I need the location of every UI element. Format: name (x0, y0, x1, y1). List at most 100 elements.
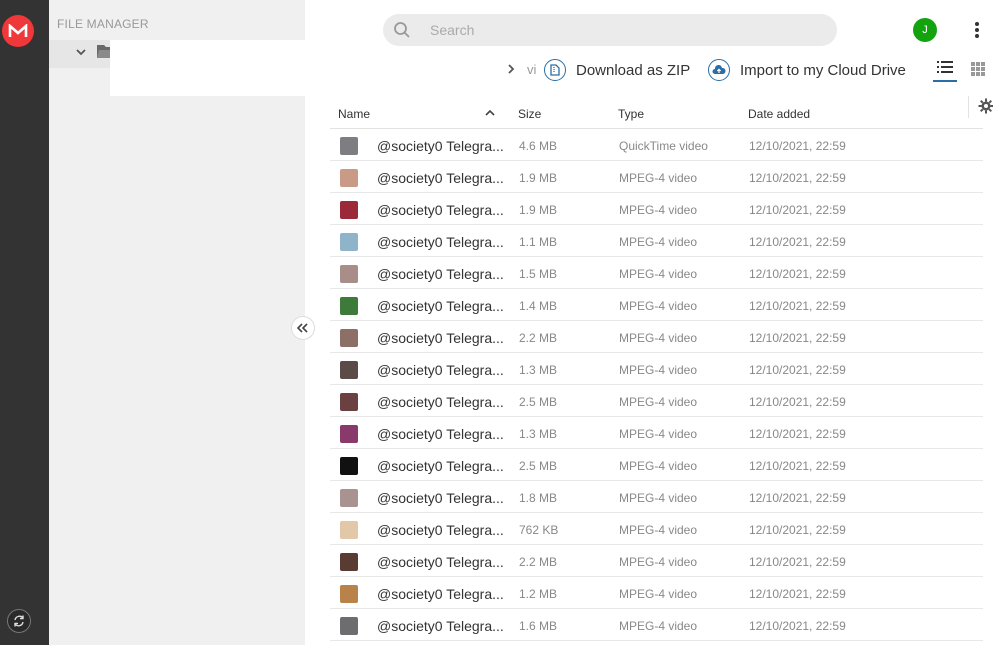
video-thumbnail (340, 169, 358, 187)
table-row[interactable]: @society0 Telegra... 2.2 MB MPEG-4 video 12… (330, 321, 983, 353)
table-row[interactable]: @society0 Telegra... 1.3 MB MPEG-4 video 12… (330, 353, 983, 385)
video-thumbnail (340, 617, 358, 635)
file-size: 762 KB (519, 523, 559, 537)
import-cloud-label: Import to my Cloud Drive (740, 61, 906, 79)
chevron-down-icon[interactable] (75, 46, 87, 58)
grid-view-icon[interactable] (969, 60, 987, 78)
file-type: MPEG-4 video (619, 203, 698, 217)
table-row[interactable]: @society0 Telegra... 4.6 MB QuickTime vide… (330, 129, 983, 161)
file-date: 12/10/2021, 22:59 (749, 459, 846, 473)
file-type: MPEG-4 video (619, 587, 698, 601)
download-zip-button[interactable]: Download as ZIP (544, 58, 690, 82)
list-view-toggle[interactable] (933, 58, 957, 82)
mega-logo[interactable] (2, 15, 34, 47)
video-thumbnail (340, 521, 358, 539)
file-date: 12/10/2021, 22:59 (749, 235, 846, 249)
file-list: @society0 Telegra... 4.6 MB QuickTime vide… (330, 129, 983, 641)
file-type: QuickTime video (619, 139, 708, 153)
file-date: 12/10/2021, 22:59 (749, 171, 846, 185)
column-header-date[interactable]: Date added (748, 107, 810, 121)
file-date: 12/10/2021, 22:59 (749, 523, 846, 537)
column-header-name[interactable]: Name (338, 107, 370, 121)
user-avatar[interactable]: J (913, 18, 937, 42)
tree-item-label-area (110, 40, 305, 96)
table-row[interactable]: @society0 Telegra... 1.9 MB MPEG-4 video 12… (330, 161, 983, 193)
column-header-size[interactable]: Size (518, 107, 541, 121)
file-type: MPEG-4 video (619, 171, 698, 185)
sync-icon[interactable] (7, 609, 31, 633)
table-row[interactable]: @society0 Telegra... 2.5 MB MPEG-4 video 12… (330, 385, 983, 417)
table-row[interactable]: @society0 Telegra... 2.5 MB MPEG-4 video 12… (330, 449, 983, 481)
file-name: @society0 Telegra... (377, 394, 504, 410)
gear-icon[interactable] (978, 98, 993, 114)
table-row[interactable]: @society0 Telegra... 1.2 MB MPEG-4 video 12… (330, 577, 983, 609)
file-date: 12/10/2021, 22:59 (749, 139, 846, 153)
file-type: MPEG-4 video (619, 235, 698, 249)
file-date: 12/10/2021, 22:59 (749, 587, 846, 601)
table-row[interactable]: @society0 Telegra... 1.4 MB MPEG-4 video 12… (330, 289, 983, 321)
video-thumbnail (340, 233, 358, 251)
file-date: 12/10/2021, 22:59 (749, 203, 846, 217)
download-zip-label: Download as ZIP (576, 61, 691, 79)
mega-m-icon (8, 24, 28, 37)
list-view-icon (937, 61, 953, 73)
video-thumbnail (340, 201, 358, 219)
file-name: @society0 Telegra... (377, 554, 504, 570)
file-name: @society0 Telegra... (377, 362, 504, 378)
table-row[interactable]: @society0 Telegra... 1.3 MB MPEG-4 video 12… (330, 417, 983, 449)
file-type: MPEG-4 video (619, 619, 698, 633)
file-name: @society0 Telegra... (377, 426, 504, 442)
file-name: @society0 Telegra... (377, 138, 504, 154)
file-size: 2.5 MB (519, 395, 558, 409)
table-row[interactable]: @society0 Telegra... 1.5 MB MPEG-4 video 12… (330, 257, 983, 289)
file-type: MPEG-4 video (619, 427, 698, 441)
file-size: 1.1 MB (519, 235, 558, 249)
column-header-type[interactable]: Type (618, 107, 644, 121)
table-row[interactable]: @society0 Telegra... 1.1 MB MPEG-4 video 12… (330, 225, 983, 257)
file-name: @society0 Telegra... (377, 202, 504, 218)
double-chevron-left-icon (297, 323, 308, 333)
collapse-panel-button[interactable] (291, 316, 315, 340)
breadcrumb-chevron-icon[interactable] (506, 63, 516, 75)
table-row[interactable]: @society0 Telegra... 1.9 MB MPEG-4 video 12… (330, 193, 983, 225)
left-rail (0, 0, 49, 645)
video-thumbnail (340, 329, 358, 347)
file-name: @society0 Telegra... (377, 458, 504, 474)
file-name: @society0 Telegra... (377, 234, 504, 250)
sort-ascending-icon[interactable] (485, 109, 495, 117)
video-thumbnail (340, 553, 358, 571)
file-type: MPEG-4 video (619, 555, 698, 569)
search-input[interactable] (430, 20, 810, 40)
file-name: @society0 Telegra... (377, 490, 504, 506)
video-thumbnail (340, 585, 358, 603)
video-thumbnail (340, 297, 358, 315)
table-row[interactable]: @society0 Telegra... 1.8 MB MPEG-4 video 12… (330, 481, 983, 513)
table-header: Name Size Type Date added (330, 96, 983, 129)
file-date: 12/10/2021, 22:59 (749, 395, 846, 409)
file-size: 2.2 MB (519, 555, 558, 569)
file-size: 1.3 MB (519, 363, 558, 377)
table-row[interactable]: @society0 Telegra... 2.2 MB MPEG-4 video 12… (330, 545, 983, 577)
more-menu-icon[interactable] (970, 20, 984, 40)
file-date: 12/10/2021, 22:59 (749, 331, 846, 345)
table-row[interactable]: @society0 Telegra... 1.6 MB MPEG-4 video 12… (330, 609, 983, 641)
file-name: @society0 Telegra... (377, 298, 504, 314)
video-thumbnail (340, 361, 358, 379)
file-date: 12/10/2021, 22:59 (749, 363, 846, 377)
table-row[interactable]: @society0 Telegra... 762 KB MPEG-4 video 12… (330, 513, 983, 545)
import-cloud-button[interactable]: Import to my Cloud Drive (708, 58, 906, 82)
file-name: @society0 Telegra... (377, 522, 504, 538)
file-size: 1.8 MB (519, 491, 558, 505)
file-type: MPEG-4 video (619, 523, 698, 537)
file-date: 12/10/2021, 22:59 (749, 619, 846, 633)
file-date: 12/10/2021, 22:59 (749, 267, 846, 281)
file-name: @society0 Telegra... (377, 170, 504, 186)
file-type: MPEG-4 video (619, 299, 698, 313)
file-size: 2.2 MB (519, 331, 558, 345)
breadcrumb-item[interactable]: vi (527, 62, 536, 77)
file-name: @society0 Telegra... (377, 618, 504, 634)
file-date: 12/10/2021, 22:59 (749, 555, 846, 569)
file-type: MPEG-4 video (619, 363, 698, 377)
search-bar[interactable] (383, 14, 837, 46)
file-date: 12/10/2021, 22:59 (749, 491, 846, 505)
